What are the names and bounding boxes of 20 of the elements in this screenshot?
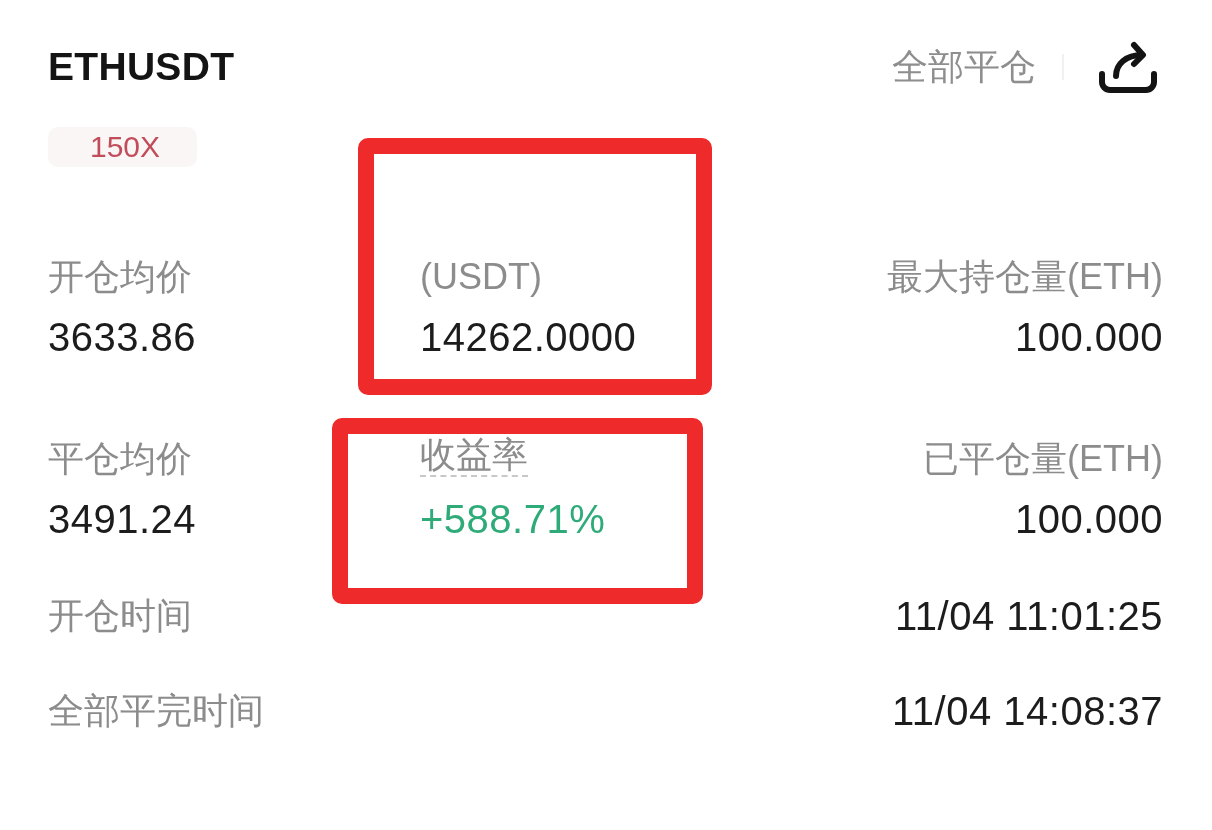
stat-value: 3491.24 xyxy=(48,496,197,543)
stat-label: 收益率 xyxy=(420,435,528,477)
stat-value: 100.000 xyxy=(1014,314,1163,361)
leverage-tag: 150X xyxy=(48,127,198,167)
close-all-button[interactable]: 全部平仓 xyxy=(892,43,1036,91)
symbol-title: ETHUSDT xyxy=(48,44,235,90)
stat-value: 14262.0000 xyxy=(420,314,637,361)
stat-value: 3633.86 xyxy=(48,314,197,361)
time-value: 11/04 14:08:37 xyxy=(892,688,1163,735)
time-label: 全部平完时间 xyxy=(48,689,264,733)
stat-label: 已平仓量(ETH) xyxy=(923,437,1163,481)
share-icon[interactable] xyxy=(1098,40,1158,94)
stat-label: 平仓均价 xyxy=(48,437,192,481)
stat-label: 开仓均价 xyxy=(48,255,192,299)
stat-value: +588.71% xyxy=(420,496,606,543)
time-value: 11/04 11:01:25 xyxy=(895,593,1163,640)
stat-label: (USDT) xyxy=(420,255,542,299)
time-label: 开仓时间 xyxy=(48,594,192,638)
stat-label: 最大持仓量(ETH) xyxy=(887,255,1163,299)
stat-value: 100.000 xyxy=(1014,496,1163,543)
